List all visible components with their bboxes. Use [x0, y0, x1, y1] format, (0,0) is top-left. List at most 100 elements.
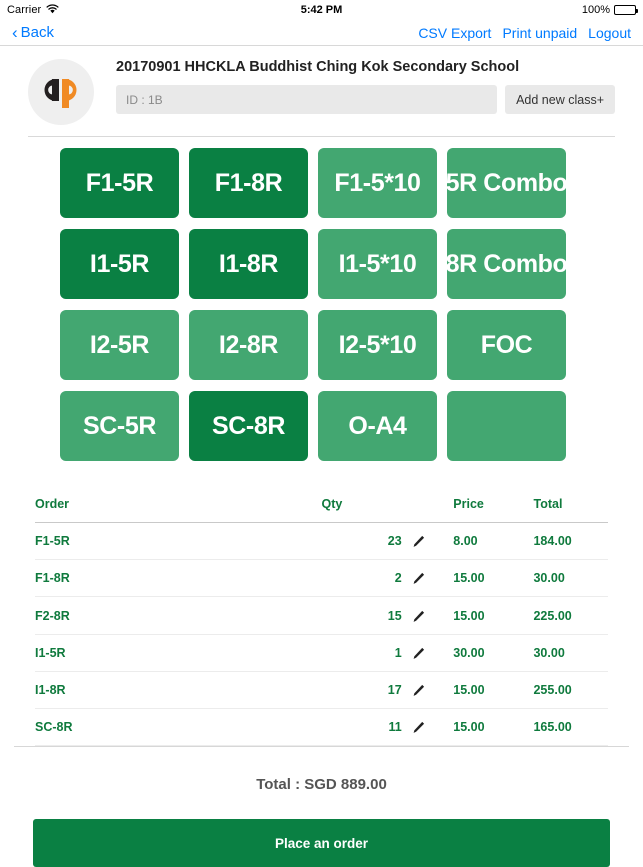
ios-status-bar: Carrier 5:42 PM 100% [0, 0, 643, 20]
product-button-f1-5r[interactable]: F1-5R [60, 148, 179, 218]
back-button[interactable]: ‹ Back [12, 24, 54, 41]
nav-actions: CSV Export Print unpaid Logout [418, 25, 631, 41]
order-total-label: Total : SGD 889.00 [256, 776, 387, 794]
wifi-icon [46, 3, 59, 17]
cell-price: 8.00 [453, 534, 478, 549]
product-button-i2-8r[interactable]: I2-8R [189, 310, 308, 380]
cell-spacer [104, 709, 322, 746]
product-button-f1-8r[interactable]: F1-8R [189, 148, 308, 218]
edit-qty-button[interactable] [402, 634, 454, 671]
product-button-sc-8r[interactable]: SC-8R [189, 391, 308, 461]
page-header: 20170901 HHCKLA Buddhist Ching Kok Secon… [0, 46, 643, 125]
cell-total: 255.00 [533, 682, 572, 697]
column-header-total: Total [533, 497, 563, 511]
cell-spacer [104, 597, 322, 634]
add-new-class-button[interactable]: Add new class+ [505, 85, 615, 115]
cell-total: 30.00 [533, 571, 565, 586]
edit-qty-button[interactable] [402, 523, 454, 560]
cell-price: 15.00 [453, 720, 485, 735]
cell-price: 15.00 [453, 682, 485, 697]
product-button-i1-8r[interactable]: I1-8R [189, 229, 308, 299]
print-unpaid-link[interactable]: Print unpaid [502, 25, 577, 41]
order-table-bottom-rule [14, 746, 629, 748]
edit-qty-button[interactable] [402, 560, 454, 597]
product-button-i1-5-10[interactable]: I1-5*10 [318, 229, 437, 299]
cell-spacer [104, 523, 322, 560]
table-row: F2-8R 15 15.00 225.00 [35, 597, 608, 635]
cell-spacer [104, 560, 322, 597]
status-bar-left: Carrier [7, 3, 59, 17]
cell-total: 30.00 [533, 645, 565, 660]
cell-order: F1-8R [35, 571, 70, 586]
cell-qty: 17 [387, 682, 402, 697]
place-order-button[interactable]: Place an order [33, 819, 610, 867]
cell-order: I1-5R [35, 645, 66, 660]
product-button-sc-5r[interactable]: SC-5R [60, 391, 179, 461]
product-button-f1-5-10[interactable]: F1-5*10 [318, 148, 437, 218]
cell-order: F1-5R [35, 534, 70, 549]
order-table-container: Order Qty Price Total F1-5R 23 8.00 184.00 F… [35, 497, 608, 746]
product-button-5r-combo[interactable]: 5R Combo [446, 148, 568, 218]
order-table-body: F1-5R 23 8.00 184.00 F1-8R 2 15.00 30.00 F2-8R 15… [35, 523, 608, 746]
table-row: I1-5R 1 30.00 30.00 [35, 634, 608, 672]
cell-total: 184.00 [533, 534, 572, 549]
cell-qty: 2 [394, 571, 402, 586]
cell-qty: 11 [388, 720, 402, 735]
csv-export-link[interactable]: CSV Export [418, 25, 491, 41]
cell-order: F2-8R [35, 608, 70, 623]
cell-price: 15.00 [453, 571, 485, 586]
column-header-order: Order [35, 497, 70, 511]
table-row: I1-8R 17 15.00 255.00 [35, 671, 608, 709]
class-id-input[interactable] [116, 85, 498, 115]
column-header-price: Price [453, 497, 484, 511]
pencil-icon[interactable] [412, 721, 425, 734]
cell-order: SC-8R [35, 720, 73, 735]
column-header-qty: Qty [321, 497, 343, 511]
product-button-foc[interactable]: FOC [447, 310, 566, 380]
edit-qty-button[interactable] [402, 597, 454, 634]
product-button-empty[interactable] [447, 391, 566, 461]
pencil-icon[interactable] [412, 535, 425, 548]
product-button-i2-5-10[interactable]: I2-5*10 [318, 310, 437, 380]
column-header-edit [402, 497, 454, 523]
product-button-grid: F1-5R F1-8R F1-5*10 5R Combo I1-5R I1-8R I1-5*… [0, 137, 643, 461]
status-bar-clock: 5:42 PM [300, 4, 343, 16]
cell-order: I1-8R [35, 682, 66, 697]
qp-logo-icon [28, 59, 94, 125]
table-row: SC-8R 11 15.00 165.00 [35, 709, 608, 746]
edit-qty-button[interactable] [402, 709, 454, 746]
carrier-label: Carrier [7, 4, 42, 16]
order-table: Order Qty Price Total F1-5R 23 8.00 184.00 F… [35, 497, 608, 746]
product-button-o-a4[interactable]: O-A4 [318, 391, 437, 461]
table-row: F1-5R 23 8.00 184.00 [35, 523, 608, 560]
page-title: 20170901 HHCKLA Buddhist Ching Kok Secon… [116, 59, 520, 75]
cell-price: 30.00 [453, 645, 485, 660]
cell-spacer [104, 634, 322, 671]
cell-qty: 1 [394, 645, 402, 660]
cell-total: 165.00 [533, 720, 572, 735]
class-controls-row: Add new class+ [116, 85, 615, 115]
battery-percent-label: 100% [581, 4, 610, 16]
pencil-icon[interactable] [412, 684, 425, 697]
cell-spacer [104, 671, 322, 708]
chevron-left-icon: ‹ [12, 23, 18, 42]
edit-qty-button[interactable] [402, 671, 454, 708]
navigation-bar: ‹ Back CSV Export Print unpaid Logout [0, 20, 643, 46]
cell-qty: 15 [387, 608, 402, 623]
product-button-8r-combo[interactable]: 8R Combo [446, 229, 568, 299]
logout-link[interactable]: Logout [588, 25, 631, 41]
header-content: 20170901 HHCKLA Buddhist Ching Kok Secon… [116, 56, 615, 115]
product-button-i2-5r[interactable]: I2-5R [60, 310, 179, 380]
table-row: F1-8R 2 15.00 30.00 [35, 560, 608, 597]
pencil-icon[interactable] [412, 572, 425, 585]
product-button-i1-5r[interactable]: I1-5R [60, 229, 179, 299]
pencil-icon[interactable] [412, 610, 425, 623]
cell-qty: 23 [387, 534, 402, 549]
order-table-header: Order Qty Price Total [35, 497, 608, 523]
back-button-label: Back [20, 24, 55, 41]
battery-full-icon [614, 5, 638, 15]
cell-total: 225.00 [533, 608, 572, 623]
cell-price: 15.00 [453, 608, 485, 623]
column-header-spacer [104, 497, 322, 523]
pencil-icon[interactable] [412, 647, 425, 660]
